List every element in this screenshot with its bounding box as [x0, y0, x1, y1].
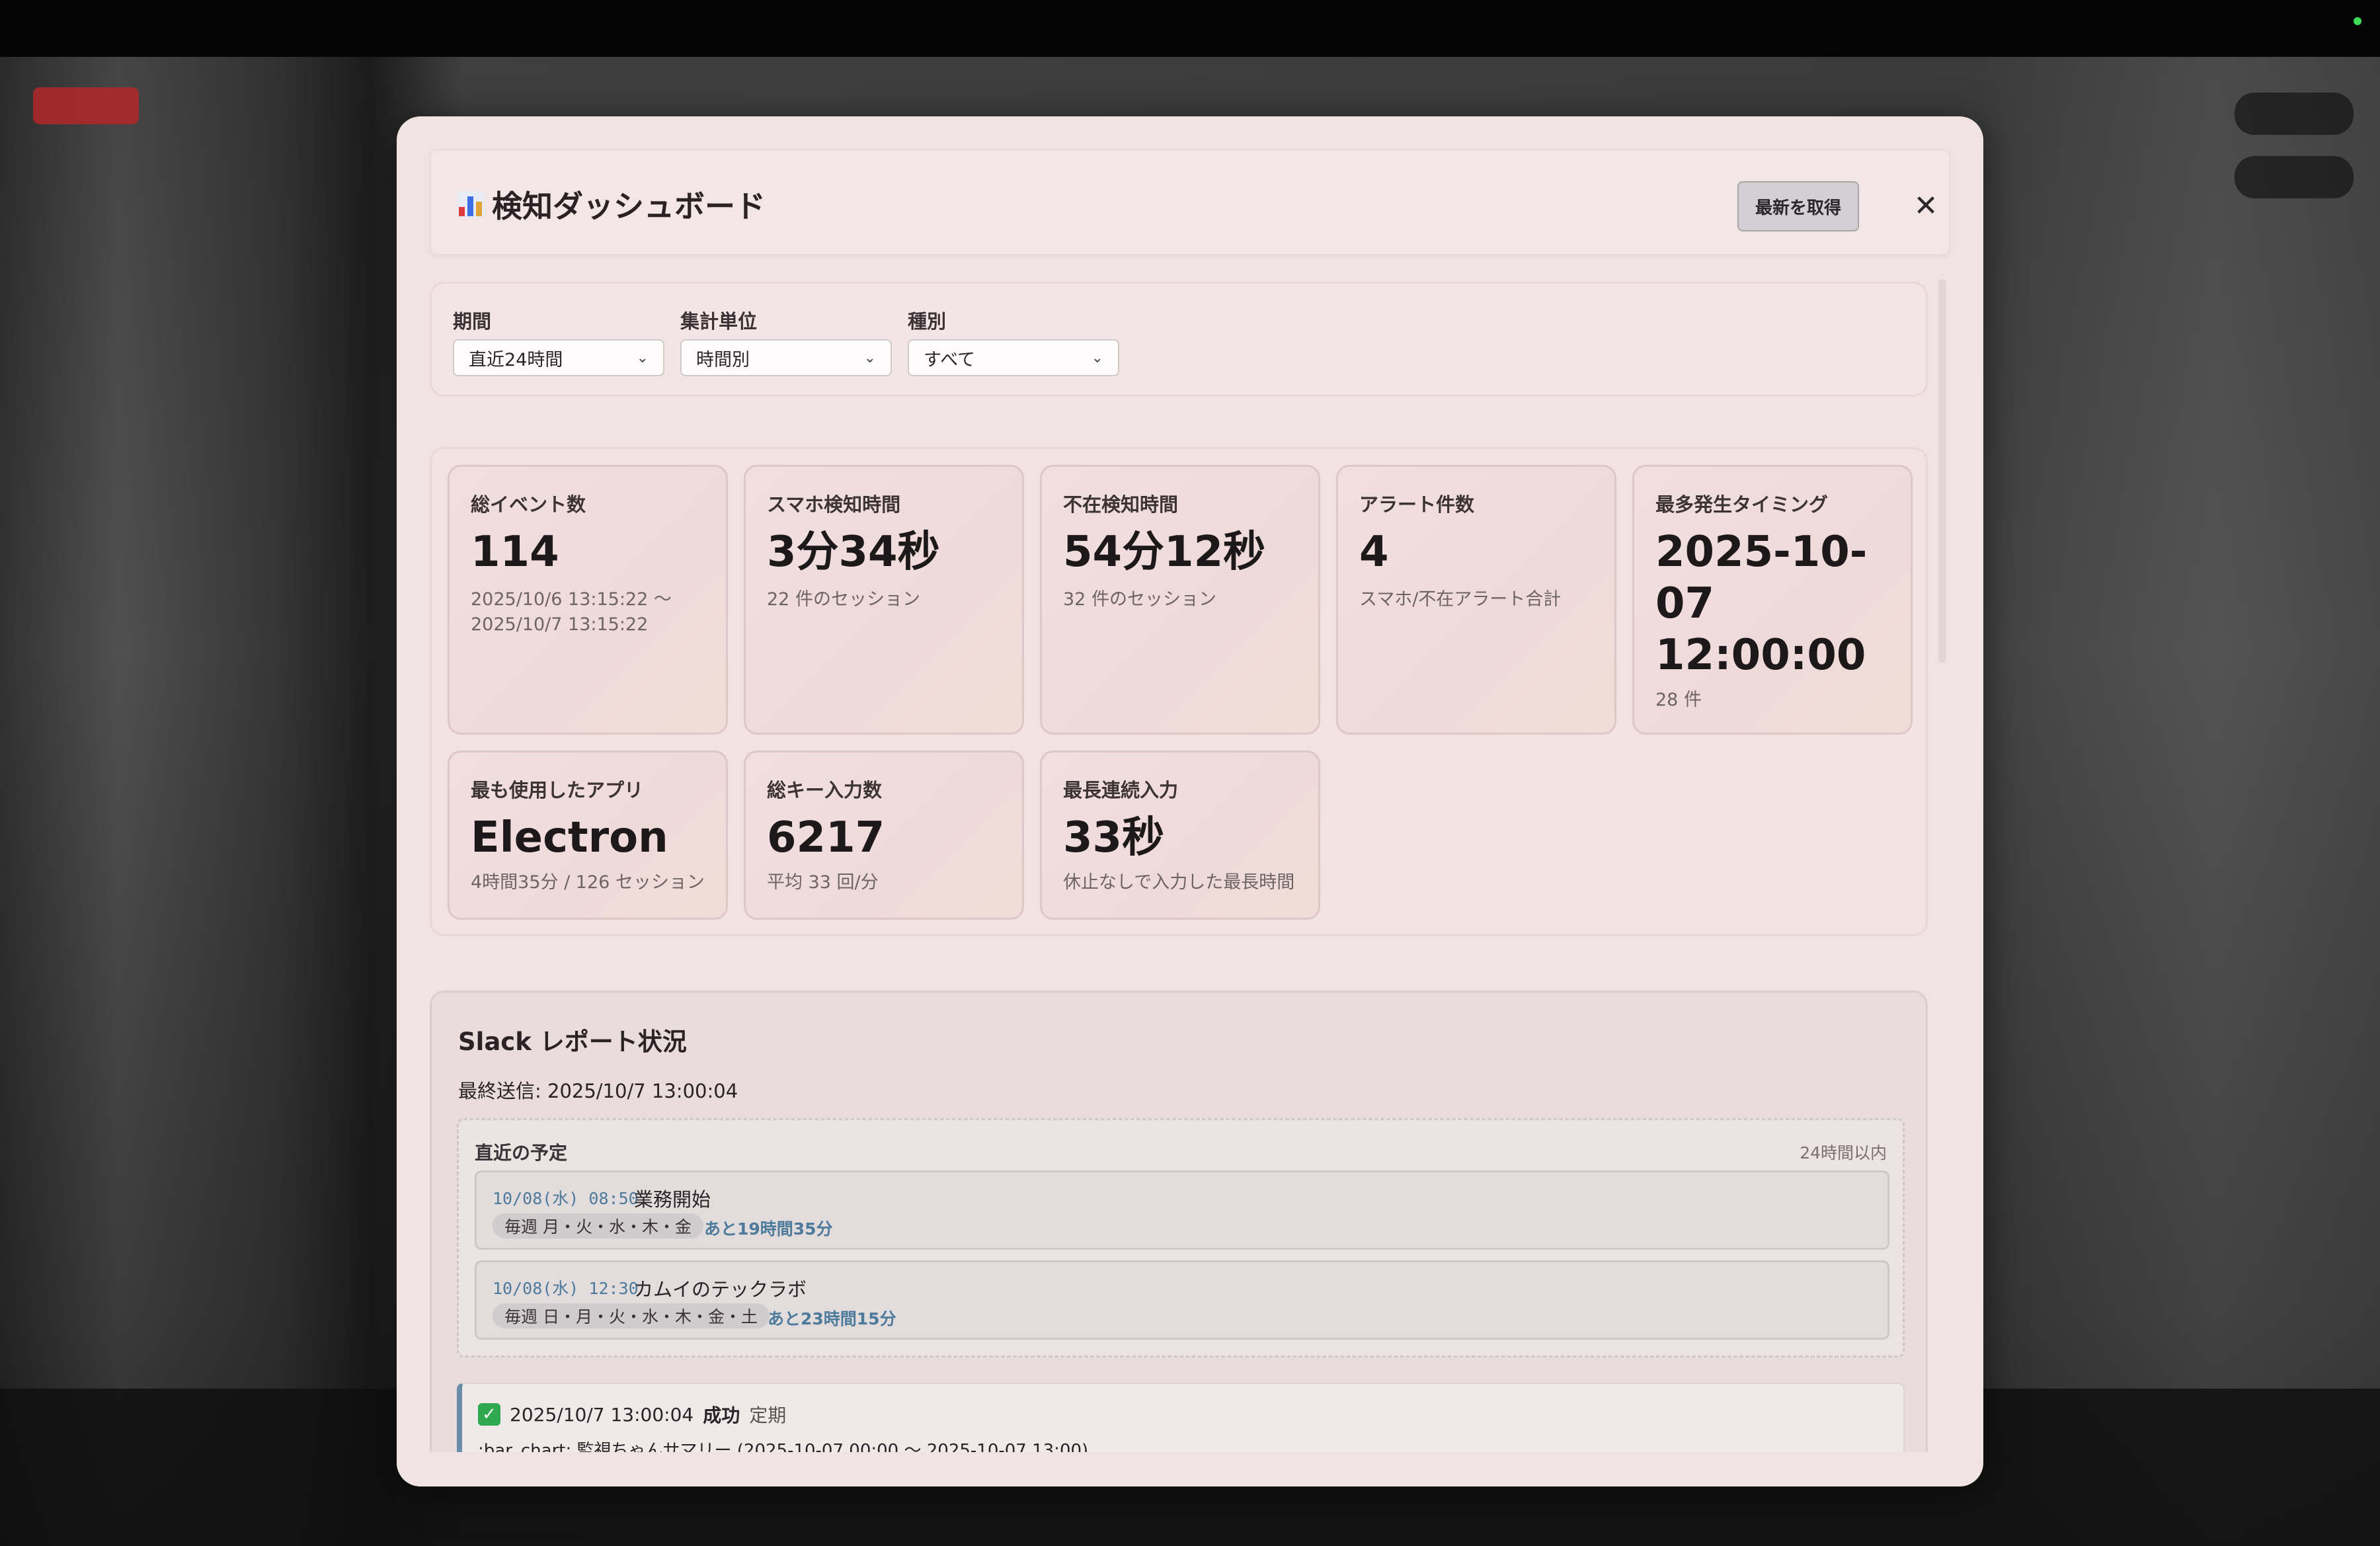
filter-panel: 期間 直近24時間 ⌄ 集計単位 時間別 ⌄ 種別 すべて ⌄: [430, 282, 1928, 397]
schedule-name: 業務開始: [634, 1188, 711, 1211]
stat-label: 最長連続入力: [1063, 779, 1179, 801]
select-value: 直近24時間: [469, 349, 563, 370]
scrollbar[interactable]: [1938, 279, 1946, 663]
modal-bottom-edge: [397, 1452, 1983, 1486]
stat-sub: 32 件のセッション: [1063, 589, 1216, 610]
unit-select[interactable]: 時間別 ⌄: [680, 339, 892, 376]
stat-card-longest-input: 最長連続入力 33秒 休止なしで入力した最長時間: [1040, 751, 1320, 920]
period-select[interactable]: 直近24時間 ⌄: [453, 339, 664, 376]
modal-header: 検知ダッシュボード 最新を取得 ✕: [430, 149, 1950, 255]
background-badge: [33, 87, 139, 124]
stat-sub: 2025/10/6 13:15:22 〜 2025/10/7 13:15:22: [471, 589, 672, 635]
stat-label: 最多発生タイミング: [1655, 493, 1829, 516]
stats-panel: 総イベント数 114 2025/10/6 13:15:22 〜 2025/10/…: [430, 447, 1928, 936]
stat-value: 6217: [767, 813, 885, 862]
log-kind: 定期: [749, 1404, 787, 1426]
filter-label: 集計単位: [680, 310, 758, 333]
stat-sub: 休止なしで入力した最長時間: [1063, 872, 1295, 893]
stat-card-top-app: 最も使用したアプリ Electron 4時間35分 / 126 セッション: [448, 751, 728, 920]
type-select[interactable]: すべて ⌄: [908, 339, 1119, 376]
stat-value: 114: [471, 528, 559, 577]
stat-label: 総キー入力数: [767, 779, 883, 801]
chevron-down-icon: ⌄: [1091, 349, 1103, 366]
background-button: [2235, 93, 2354, 135]
filter-label: 種別: [908, 310, 947, 333]
schedule-remaining: あと19時間35分: [704, 1219, 833, 1239]
select-value: すべて: [924, 349, 976, 370]
stat-label: 総イベント数: [471, 493, 586, 516]
filter-type: 種別 すべて ⌄: [908, 306, 1119, 376]
refresh-button[interactable]: 最新を取得: [1737, 181, 1859, 231]
filter-label: 期間: [453, 310, 492, 333]
stat-value: 33秒: [1063, 813, 1165, 862]
dashboard-modal: 検知ダッシュボード 最新を取得 ✕ 期間 直近24時間 ⌄ 集計単位 時間別 ⌄ 種…: [397, 116, 1983, 1486]
filter-unit: 集計単位 時間別 ⌄: [680, 306, 892, 376]
stat-value: 2025-10-07 12:00:00: [1655, 528, 1868, 680]
stat-card-keystrokes: 総キー入力数 6217 平均 33 回/分: [744, 751, 1024, 920]
chevron-down-icon: ⌄: [863, 349, 876, 366]
background-button: [2235, 156, 2354, 198]
schedule-time: 10/08(水) 12:30: [493, 1279, 639, 1298]
modal-title-text: 検知ダッシュボード: [492, 188, 766, 224]
stat-value: 3分34秒: [767, 528, 940, 577]
schedule-repeat-chip: 毎週 月・火・水・木・金: [493, 1213, 703, 1239]
stat-card-peak-time: 最多発生タイミング 2025-10-07 12:00:00 28 件: [1632, 465, 1913, 735]
stat-label: アラート件数: [1359, 493, 1475, 516]
chevron-down-icon: ⌄: [636, 349, 649, 366]
schedule-heading: 直近の予定: [475, 1142, 568, 1164]
slack-report-panel: Slack レポート状況 最終送信: 2025/10/7 13:00:04 直近…: [430, 991, 1928, 1486]
stat-value: 54分12秒: [1063, 528, 1266, 577]
stat-sub: 平均 33 回/分: [767, 872, 879, 893]
stat-sub: 4時間35分 / 126 セッション: [471, 872, 705, 893]
stat-sub: スマホ/不在アラート合計: [1359, 589, 1562, 610]
top-bar: [0, 0, 2380, 57]
stat-label: 不在検知時間: [1063, 493, 1179, 516]
close-icon[interactable]: ✕: [1909, 189, 1942, 223]
stat-card-phone-time: スマホ検知時間 3分34秒 22 件のセッション: [744, 465, 1024, 735]
camera-indicator-icon: [2354, 17, 2361, 25]
stat-value: 4: [1359, 528, 1389, 577]
schedule-remaining: あと23時間15分: [768, 1309, 896, 1328]
check-icon: ✓: [478, 1403, 500, 1426]
log-timestamp: 2025/10/7 13:00:04: [510, 1403, 694, 1426]
stat-label: 最も使用したアプリ: [471, 779, 644, 801]
stat-card-absence-time: 不在検知時間 54分12秒 32 件のセッション: [1040, 465, 1320, 735]
log-status: 成功: [703, 1404, 740, 1426]
stat-value: Electron: [471, 813, 668, 862]
stat-sub: 22 件のセッション: [767, 589, 920, 610]
log-header: ✓ 2025/10/7 13:00:04 成功 定期: [478, 1401, 786, 1428]
stat-card-alerts: アラート件数 4 スマホ/不在アラート合計: [1336, 465, 1616, 735]
stat-label: スマホ検知時間: [767, 493, 901, 516]
modal-title: 検知ダッシュボード: [457, 183, 766, 226]
schedule-time: 10/08(水) 08:50: [493, 1189, 639, 1208]
upcoming-schedule: 直近の予定 24時間以内 10/08(水) 08:50 業務開始 毎週 月・火・…: [457, 1118, 1905, 1358]
schedule-item: 10/08(水) 12:30 カムイのテックラボ 毎週 日・月・火・水・木・金・…: [475, 1260, 1889, 1340]
schedule-range: 24時間以内: [1800, 1143, 1887, 1162]
schedule-item: 10/08(水) 08:50 業務開始 毎週 月・火・水・木・金 あと19時間3…: [475, 1170, 1889, 1250]
schedule-repeat-chip: 毎週 日・月・火・水・木・金・土: [493, 1303, 770, 1328]
bar-chart-icon: [457, 191, 484, 218]
schedule-name: カムイのテックラボ: [634, 1278, 807, 1301]
stat-card-total-events: 総イベント数 114 2025/10/6 13:15:22 〜 2025/10/…: [448, 465, 728, 735]
slack-title: Slack レポート状況: [458, 1028, 687, 1056]
slack-last-sent: 最終送信: 2025/10/7 13:00:04: [458, 1080, 738, 1102]
stat-sub: 28 件: [1655, 690, 1702, 710]
filter-period: 期間 直近24時間 ⌄: [453, 306, 664, 376]
select-value: 時間別: [696, 349, 750, 370]
